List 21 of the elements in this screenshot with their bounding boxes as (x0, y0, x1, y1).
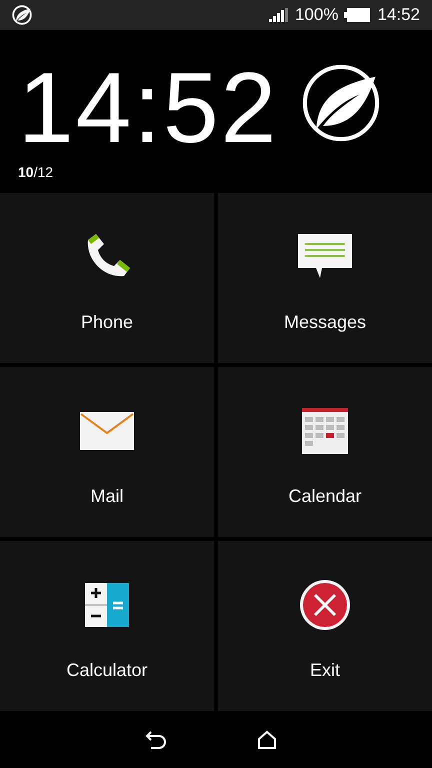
app-tile[interactable]: Messages (218, 193, 432, 363)
home-icon[interactable] (257, 730, 277, 750)
close-icon (299, 579, 351, 631)
battery-percent: 100% (294, 4, 338, 26)
battery-icon (344, 8, 370, 22)
clock-date: 10/12 (18, 163, 54, 182)
message-bubble-icon (298, 234, 352, 280)
envelope-icon (80, 412, 134, 450)
leaf-logo-icon (12, 5, 32, 25)
leaf-logo-icon (300, 62, 382, 144)
signal-icon (268, 8, 289, 22)
app-tile[interactable]: Exit (218, 541, 432, 711)
app-tile[interactable]: Phone (0, 193, 214, 363)
app-tile[interactable]: Mail (0, 367, 214, 537)
app-tile[interactable]: Calculator (0, 541, 214, 711)
status-time: 14:52 (377, 4, 420, 26)
app-tile[interactable]: Calendar (218, 367, 432, 537)
clock-time: 14:52 (18, 58, 278, 158)
calculator-icon (85, 583, 129, 627)
back-icon[interactable] (145, 730, 167, 750)
calendar-icon (302, 408, 348, 454)
